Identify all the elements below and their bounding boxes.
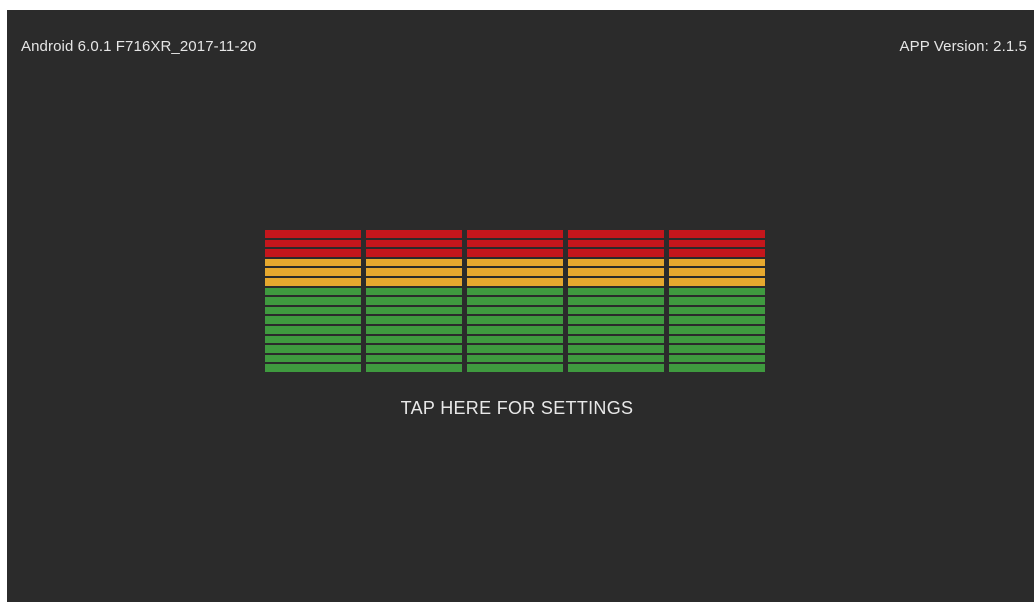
meter-segment bbox=[568, 325, 664, 334]
meter-segment bbox=[568, 230, 664, 238]
meter-segment bbox=[265, 249, 361, 257]
meter-segment bbox=[568, 345, 664, 353]
meter-segment bbox=[568, 306, 664, 315]
meter-segment bbox=[669, 258, 765, 267]
meter-segment bbox=[669, 345, 765, 353]
meter-segment bbox=[568, 354, 664, 363]
meter-segment bbox=[669, 316, 765, 324]
meter-segment bbox=[265, 306, 361, 315]
meter-segment bbox=[265, 364, 361, 372]
meter-column bbox=[669, 230, 765, 372]
meter-segment bbox=[669, 306, 765, 315]
meter-segment bbox=[568, 239, 664, 248]
meter-segment bbox=[467, 316, 563, 324]
meter-column bbox=[467, 230, 563, 372]
meter-segment bbox=[265, 258, 361, 267]
meter-segment bbox=[467, 249, 563, 257]
meter-segment bbox=[568, 287, 664, 296]
meter-segment bbox=[467, 364, 563, 372]
meter-segment bbox=[265, 230, 361, 238]
meter-segment bbox=[467, 239, 563, 248]
meter-segment bbox=[265, 325, 361, 334]
level-meter-graphic[interactable] bbox=[265, 230, 768, 372]
meter-segment bbox=[265, 268, 361, 276]
meter-segment bbox=[366, 364, 462, 372]
meter-segment bbox=[669, 268, 765, 276]
meter-segment bbox=[669, 297, 765, 305]
meter-segment bbox=[265, 335, 361, 344]
meter-segment bbox=[467, 230, 563, 238]
app-version-label: APP Version: 2.1.5 bbox=[899, 38, 1027, 55]
meter-segment bbox=[265, 354, 361, 363]
meter-segment bbox=[366, 335, 462, 344]
meter-segment bbox=[568, 297, 664, 305]
meter-segment bbox=[467, 287, 563, 296]
meter-segment bbox=[265, 239, 361, 248]
meter-segment bbox=[366, 316, 462, 324]
meter-segment bbox=[366, 287, 462, 296]
meter-segment bbox=[366, 306, 462, 315]
meter-column bbox=[568, 230, 664, 372]
meter-segment bbox=[366, 325, 462, 334]
meter-segment bbox=[568, 316, 664, 324]
meter-segment bbox=[366, 345, 462, 353]
meter-segment bbox=[265, 287, 361, 296]
meter-segment bbox=[467, 354, 563, 363]
meter-column bbox=[265, 230, 361, 372]
meter-segment bbox=[568, 277, 664, 286]
device-info-label: Android 6.0.1 F716XR_2017-11-20 bbox=[21, 38, 257, 55]
meter-segment bbox=[366, 277, 462, 286]
settings-button[interactable]: TAP HERE FOR SETTINGS bbox=[0, 398, 1034, 419]
meter-segment bbox=[467, 335, 563, 344]
meter-segment bbox=[568, 335, 664, 344]
meter-segment bbox=[669, 364, 765, 372]
meter-segment bbox=[669, 239, 765, 248]
meter-segment bbox=[669, 325, 765, 334]
meter-segment bbox=[366, 297, 462, 305]
meter-segment bbox=[265, 297, 361, 305]
meter-segment bbox=[265, 316, 361, 324]
meter-segment bbox=[669, 354, 765, 363]
meter-segment bbox=[467, 277, 563, 286]
meter-segment bbox=[568, 268, 664, 276]
meter-segment bbox=[568, 364, 664, 372]
meter-segment bbox=[366, 239, 462, 248]
meter-segment bbox=[669, 277, 765, 286]
meter-segment bbox=[669, 287, 765, 296]
meter-segment bbox=[669, 335, 765, 344]
meter-column bbox=[366, 230, 462, 372]
meter-segment bbox=[568, 258, 664, 267]
meter-segment bbox=[669, 230, 765, 238]
meter-segment bbox=[366, 258, 462, 267]
meter-segment bbox=[265, 277, 361, 286]
meter-segment bbox=[265, 345, 361, 353]
meter-segment bbox=[467, 297, 563, 305]
meter-segment bbox=[669, 249, 765, 257]
meter-segment bbox=[366, 249, 462, 257]
meter-segment bbox=[467, 325, 563, 334]
meter-segment bbox=[467, 268, 563, 276]
meter-segment bbox=[467, 345, 563, 353]
meter-segment bbox=[366, 230, 462, 238]
meter-segment bbox=[366, 268, 462, 276]
meter-segment bbox=[467, 306, 563, 315]
meter-segment bbox=[568, 249, 664, 257]
meter-segment bbox=[467, 258, 563, 267]
meter-segment bbox=[366, 354, 462, 363]
